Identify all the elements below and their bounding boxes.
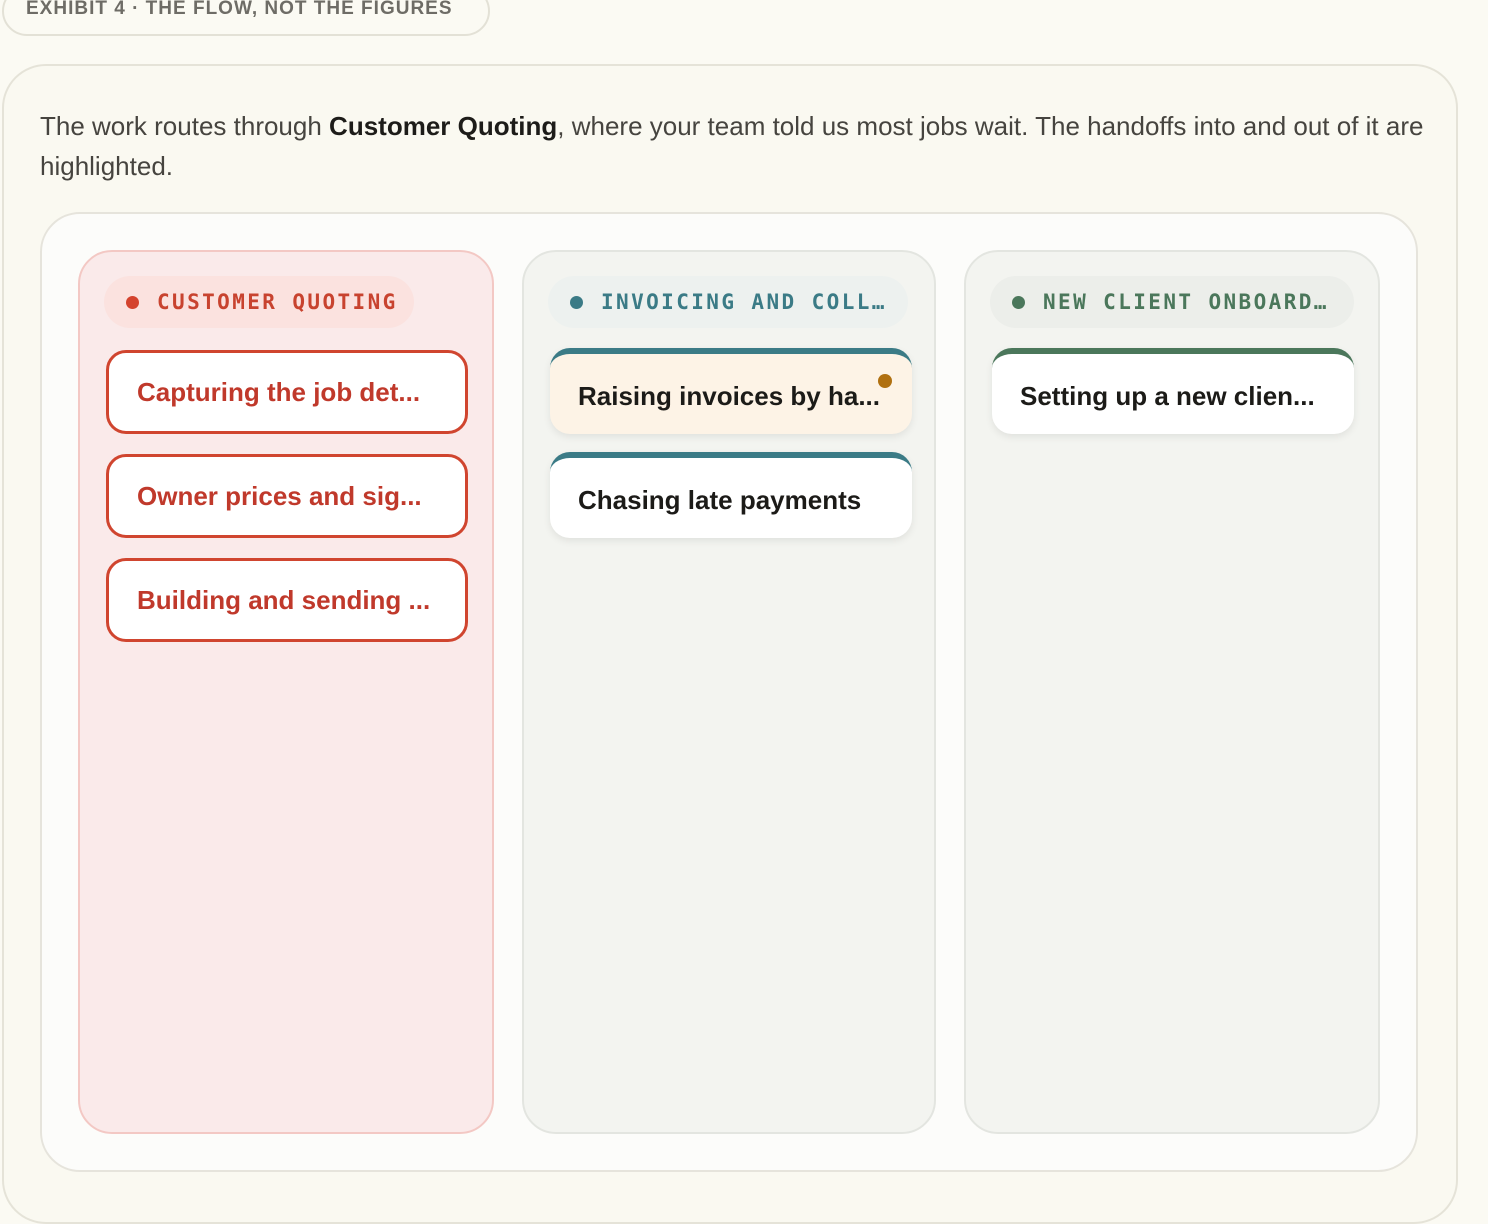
process-card-label: Owner prices and sig... [137,480,422,511]
status-dot-icon [126,295,139,309]
process-card[interactable]: Owner prices and sig... [106,454,468,538]
intro-highlight: Customer Quoting [329,111,558,141]
process-card-label: Building and sending ... [137,584,431,615]
column-header-onboarding[interactable]: NEW CLIENT ONBOARD… [990,276,1354,328]
process-card-label: Setting up a new clien... [1020,380,1315,411]
process-card[interactable]: Chasing late payments [550,452,912,538]
process-card-label: Raising invoices by ha... [578,380,880,411]
exhibit-label: EXHIBIT 4 · THE FLOW, NOT THE FIGURES [2,0,490,36]
column-invoicing-and-collection: INVOICING AND COLL… Raising invoices by … [522,250,936,1134]
process-card[interactable]: Raising invoices by ha... [550,348,912,434]
status-dot-icon [1012,295,1025,309]
column-customer-quoting: CUSTOMER QUOTING Capturing the job det..… [78,250,494,1134]
process-card-label: Chasing late payments [578,484,862,515]
intro-before: The work routes through [40,111,330,141]
column-header-customer-quoting[interactable]: CUSTOMER QUOTING [104,276,414,328]
process-card[interactable]: Setting up a new clien... [992,348,1354,434]
column-title: NEW CLIENT ONBOARD… [1043,290,1329,314]
flag-dot-icon [878,374,892,388]
intro-text: The work routes through Customer Quoting… [40,106,1440,186]
process-card-label: Capturing the job det... [137,376,421,407]
status-dot-icon [570,295,583,309]
process-card[interactable]: Capturing the job det... [106,350,468,434]
column-title: CUSTOMER QUOTING [157,290,398,314]
process-card[interactable]: Building and sending ... [106,558,468,642]
column-header-invoicing[interactable]: INVOICING AND COLL… [548,276,908,328]
column-title: INVOICING AND COLL… [601,290,887,314]
column-new-client-onboarding: NEW CLIENT ONBOARD… Setting up a new cli… [964,250,1380,1134]
